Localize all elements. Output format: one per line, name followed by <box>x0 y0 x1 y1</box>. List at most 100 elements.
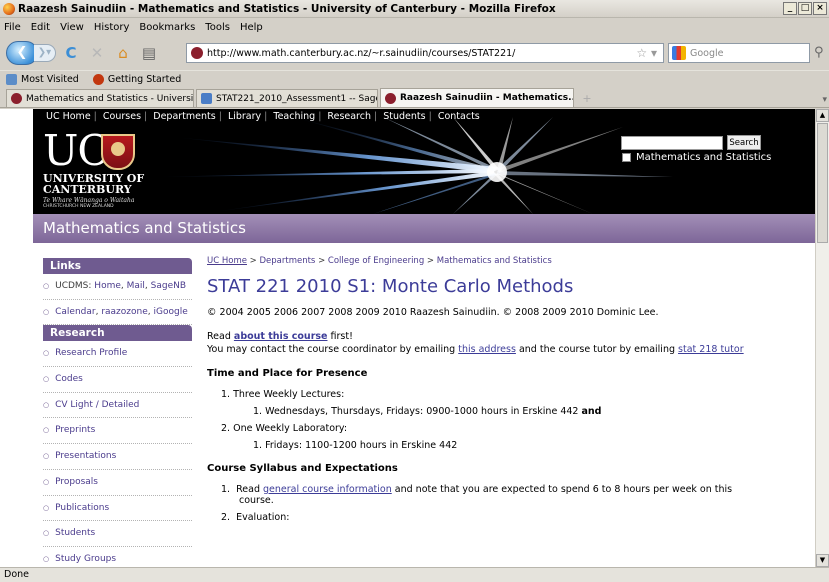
sidebar-item-research-profile[interactable]: ○ Research Profile <box>43 341 192 368</box>
scroll-down-icon[interactable]: ▼ <box>816 554 829 567</box>
uc-favicon <box>11 93 22 104</box>
home-icon[interactable]: ⌂ <box>112 42 134 64</box>
menu-history[interactable]: History <box>94 22 130 33</box>
search-scope: Mathematics and Statistics <box>622 152 771 163</box>
bullet-icon: ○ <box>43 452 50 461</box>
read-suffix: first! <box>330 331 353 342</box>
nav-students[interactable]: Students <box>380 111 428 122</box>
minimize-button[interactable]: _ <box>783 2 797 15</box>
print-icon[interactable]: ▤ <box>138 42 160 64</box>
link-calendar[interactable]: Calendar <box>55 307 95 317</box>
window-titlebar: Raazesh Sainudiin - Mathematics and Stat… <box>0 0 829 18</box>
site-search-button[interactable]: Search <box>727 135 761 150</box>
sidebar-item-proposals[interactable]: ○ Proposals <box>43 470 192 496</box>
coordinator-email-link[interactable]: this address <box>458 344 516 355</box>
sub-item-bold: and <box>581 406 602 417</box>
sidebar-item-label[interactable]: Publications <box>55 503 109 513</box>
uc-favicon <box>385 92 396 104</box>
sidebar-item-calendar: ○ Calendar, raazozone, iGoogle <box>43 300 192 326</box>
sidebar-item-label[interactable]: Preprints <box>55 425 95 435</box>
breadcrumb-college[interactable]: College of Engineering <box>328 256 424 266</box>
tab-maths-stats[interactable]: Mathematics and Statistics - University … <box>6 89 194 107</box>
uc-logo-text[interactable]: UC <box>43 130 110 172</box>
link-mail[interactable]: Mail <box>127 281 145 291</box>
link-raazozone[interactable]: raazozone <box>101 307 147 317</box>
bullet-icon: ○ <box>43 307 50 316</box>
scroll-thumb[interactable] <box>817 123 828 243</box>
sidebar-item-preprints[interactable]: ○ Preprints <box>43 418 192 445</box>
google-icon[interactable] <box>672 46 686 60</box>
search-scope-checkbox[interactable] <box>622 153 631 162</box>
list-item: 2. Evaluation: <box>221 512 290 523</box>
tab-raazesh-active[interactable]: Raazesh Sainudiin - Mathematics... x <box>380 88 574 107</box>
link-sagenb[interactable]: SageNB <box>151 281 186 291</box>
sidebar-item-students[interactable]: ○ Students <box>43 521 192 547</box>
navigation-toolbar: ❮ ❯▾ C ✕ ⌂ ▤ http://www.math.canterbury.… <box>0 36 829 70</box>
new-tab-icon[interactable]: + <box>579 91 595 107</box>
bullet-icon: ○ <box>43 477 50 486</box>
link-igoogle[interactable]: iGoogle <box>154 307 188 317</box>
link-home[interactable]: Home <box>94 281 121 291</box>
bullet-icon: ○ <box>43 349 50 358</box>
nav-research[interactable]: Research <box>324 111 374 122</box>
logo-maori-name: Te Whare Wānanga o Waitaha <box>43 197 135 204</box>
about-course-link[interactable]: about this course <box>234 331 328 342</box>
nav-departments[interactable]: Departments <box>150 111 218 122</box>
bookmark-getting-started[interactable]: Getting Started <box>92 74 181 85</box>
menu-help[interactable]: Help <box>240 22 263 33</box>
sidebar-item-label[interactable]: Research Profile <box>55 348 127 358</box>
sidebar-item-label[interactable]: CV Light / Detailed <box>55 400 139 410</box>
sidebar-item-ucdms: ○ UCDMS: Home, Mail, SageNB <box>43 274 192 300</box>
menu-view[interactable]: View <box>60 22 84 33</box>
bullet-icon: ○ <box>43 503 50 512</box>
syl2-text: Evaluation: <box>236 512 290 523</box>
menu-tools[interactable]: Tools <box>205 22 230 33</box>
site-search-input[interactable] <box>621 135 723 150</box>
sidebar-item-label[interactable]: Codes <box>55 374 83 384</box>
menu-edit[interactable]: Edit <box>31 22 50 33</box>
uc-logo-wordmark: UNIVERSITY OF CANTERBURY <box>43 173 144 195</box>
list-item: 1. Read general course information and n… <box>221 484 733 506</box>
nav-contacts[interactable]: Contacts <box>435 111 483 122</box>
sidebar-item-study-groups[interactable]: ○ Study Groups <box>43 547 192 567</box>
sidebar-item-codes[interactable]: ○ Codes <box>43 367 192 393</box>
nav-courses[interactable]: Courses <box>100 111 144 122</box>
bookmark-most-visited[interactable]: Most Visited <box>6 74 79 85</box>
stop-icon[interactable]: ✕ <box>86 42 108 64</box>
sidebar-item-label[interactable]: Study Groups <box>55 554 116 564</box>
breadcrumb-maths-stats[interactable]: Mathematics and Statistics <box>437 256 552 266</box>
maximize-button[interactable]: □ <box>798 2 812 15</box>
list-number: 2. <box>221 423 231 434</box>
sidebar-item-presentations[interactable]: ○ Presentations <box>43 444 192 470</box>
breadcrumb-uc-home[interactable]: UC Home <box>207 256 247 266</box>
contact-prefix: You may contact the course coordinator b… <box>207 344 456 355</box>
nav-library[interactable]: Library <box>225 111 264 122</box>
contact-mid: and the course tutor by emailing <box>518 344 676 355</box>
sidebar-item-label[interactable]: Students <box>55 528 95 538</box>
sidebar-item-publications[interactable]: ○ Publications <box>43 496 192 522</box>
url-bar[interactable]: http://www.math.canterbury.ac.nz/~r.sain… <box>186 43 664 63</box>
tab-list-icon[interactable]: ▾ <box>822 95 827 105</box>
sidebar-item-label[interactable]: Proposals <box>55 477 98 487</box>
nav-uc-home[interactable]: UC Home <box>43 111 94 122</box>
forward-button[interactable]: ❯▾ <box>34 44 56 62</box>
vertical-scrollbar[interactable]: ▲ ▼ <box>815 109 829 567</box>
web-search-box[interactable]: Google <box>668 43 810 63</box>
bookmark-star-icon[interactable]: ☆ ▾ <box>636 46 663 60</box>
menu-file[interactable]: File <box>4 22 21 33</box>
page-title: STAT 221 2010 S1: Monte Carlo Methods <box>207 276 574 297</box>
sidebar-item-label[interactable]: Presentations <box>55 451 116 461</box>
general-course-info-link[interactable]: general course information <box>263 484 392 495</box>
reload-icon[interactable]: C <box>60 42 82 64</box>
breadcrumb-departments[interactable]: Departments <box>260 256 316 266</box>
menu-bookmarks[interactable]: Bookmarks <box>139 22 195 33</box>
close-window-button[interactable]: × <box>813 2 827 15</box>
sidebar-item-cv[interactable]: ○ CV Light / Detailed <box>43 393 192 419</box>
tutor-email-link[interactable]: stat 218 tutor <box>678 344 744 355</box>
search-icon[interactable]: ⚲ <box>814 45 824 60</box>
breadcrumb-separator: > <box>318 256 326 266</box>
scroll-up-icon[interactable]: ▲ <box>816 109 829 122</box>
nav-teaching[interactable]: Teaching <box>270 111 318 122</box>
breadcrumb-separator: > <box>249 256 257 266</box>
tab-sage-assessment[interactable]: STAT221_2010_Assessment1 -- Sage x <box>196 89 378 107</box>
